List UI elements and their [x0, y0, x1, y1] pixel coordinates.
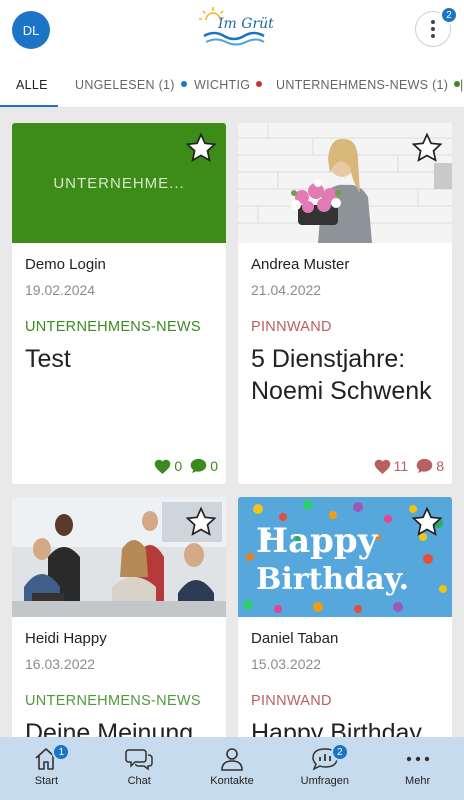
nav-umfragen[interactable]: 2 Umfragen [278, 737, 371, 800]
app-header: DL Im Grüt 2 [0, 0, 464, 60]
notification-badge: 2 [440, 6, 458, 24]
nav-label: Mehr [405, 775, 431, 787]
nav-label: Start [34, 775, 59, 787]
card-stats: 0 0 [154, 458, 218, 474]
tab-wichtig[interactable]: WICHTIG [194, 60, 263, 107]
news-card[interactable]: Andrea Muster 21.04.2022 PINNWAND 5 Dien… [238, 123, 452, 484]
card-date: 21.04.2022 [251, 282, 322, 298]
card-date: 15.03.2022 [251, 656, 322, 672]
favorite-star-icon[interactable] [184, 131, 218, 165]
nav-badge: 2 [330, 743, 349, 761]
chat-icon [125, 749, 153, 771]
card-category: UNTERNEHMENS-NEWS [25, 693, 201, 709]
more-options-button[interactable]: 2 [415, 6, 458, 47]
card-author: Demo Login [25, 256, 106, 273]
comments-count[interactable]: 0 [190, 458, 218, 474]
company-logo: Im Grüt [192, 4, 276, 50]
favorite-star-icon[interactable] [410, 131, 444, 165]
card-image-text: UNTERNEHME... [53, 174, 185, 192]
image-text-happy: Happy [256, 521, 379, 561]
news-card[interactable]: Happy Birthday. Daniel Taban 15.03.2022 … [238, 497, 452, 757]
tab-more-partial[interactable]: | [460, 60, 464, 107]
comments-count[interactable]: 8 [416, 458, 444, 474]
image-text-birthday: Birthday. [256, 562, 409, 597]
dots-icon [406, 756, 429, 762]
news-card[interactable]: UNTERNEHME... Demo Login 19.02.2024 UNTE… [12, 123, 226, 484]
favorite-star-icon[interactable] [410, 505, 444, 539]
card-author: Heidi Happy [25, 630, 107, 647]
card-title: Test [25, 345, 71, 373]
nav-label: Kontakte [210, 775, 254, 787]
card-author: Andrea Muster [251, 256, 350, 273]
card-stats: 11 8 [374, 458, 444, 474]
vertical-dots-icon [431, 20, 435, 38]
active-tab-indicator [0, 105, 58, 107]
person-icon [221, 748, 243, 771]
unread-dot [180, 81, 187, 87]
card-date: 19.02.2024 [25, 282, 96, 298]
important-dot [256, 81, 263, 87]
card-category: UNTERNEHMENS-NEWS [25, 319, 201, 335]
news-card[interactable]: Heidi Happy 16.03.2022 UNTERNEHMENS-NEWS… [12, 497, 226, 757]
likes-count[interactable]: 0 [154, 458, 182, 474]
card-category: PINNWAND [251, 319, 332, 335]
comment-icon [190, 458, 207, 474]
card-date: 16.03.2022 [25, 656, 96, 672]
comment-icon [416, 458, 433, 474]
card-title: 5 Dienstjahre: Noemi Schwenk [251, 345, 432, 405]
tab-ungelesen[interactable]: UNGELESEN (1) [75, 60, 187, 107]
nav-label: Chat [127, 775, 151, 787]
logo-text: Im Grüt [217, 16, 274, 32]
favorite-star-icon[interactable] [184, 505, 218, 539]
nav-chat[interactable]: Chat [93, 737, 186, 800]
nav-mehr[interactable]: Mehr [371, 737, 464, 800]
nav-start[interactable]: 1 Start [0, 737, 93, 800]
tab-alle[interactable]: ALLE [16, 60, 48, 107]
heart-icon [374, 459, 390, 474]
nav-label: Umfragen [300, 775, 349, 787]
bottom-navigation: 1 Start Chat Kontakte 2 Umfragen Mehr [0, 737, 464, 800]
nav-kontakte[interactable]: Kontakte [186, 737, 279, 800]
tab-unternehmens-news[interactable]: UNTERNEHMENS-NEWS (1) [276, 60, 461, 107]
user-avatar[interactable]: DL [12, 11, 50, 49]
nav-badge: 1 [52, 743, 71, 761]
card-category: PINNWAND [251, 693, 332, 709]
card-author: Daniel Taban [251, 630, 339, 647]
heart-icon [155, 459, 171, 474]
filter-tabs: ALLE UNGELESEN (1) WICHTIG UNTERNEHMENS-… [0, 60, 464, 108]
likes-count[interactable]: 11 [374, 458, 408, 474]
